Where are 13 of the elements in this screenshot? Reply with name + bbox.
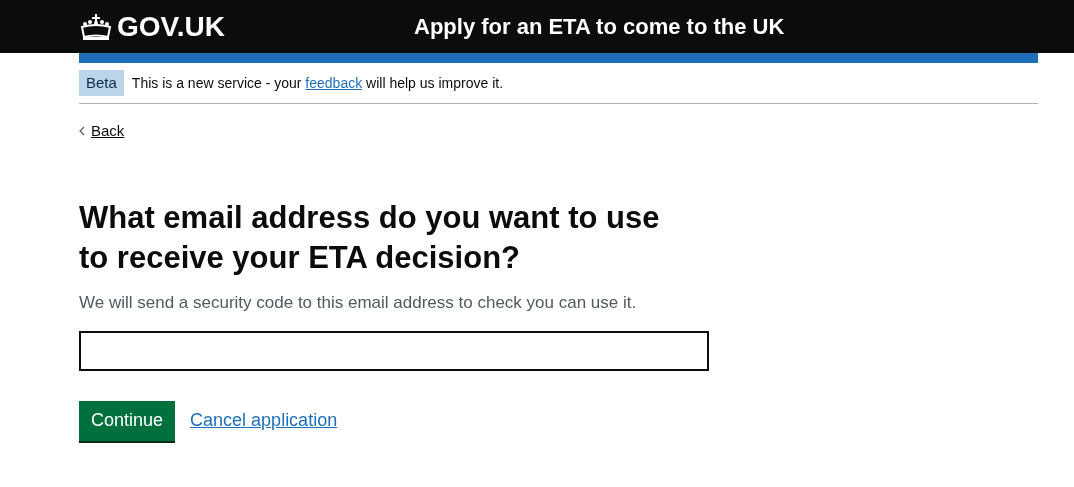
question-heading: What email address do you want to use to receive your ETA decision? xyxy=(79,199,661,278)
back-link[interactable]: Back xyxy=(79,120,125,143)
crown-icon xyxy=(79,12,113,41)
govuk-logo-link[interactable]: GOV.UK xyxy=(79,5,225,48)
cancel-application-link[interactable]: Cancel application xyxy=(190,407,338,435)
feedback-link[interactable]: feedback xyxy=(305,74,363,91)
service-name[interactable]: Apply for an ETA to come to the UK xyxy=(414,10,785,43)
hint-text: We will send a security code to this email address to check you can use it. xyxy=(79,292,638,315)
chevron-left-icon xyxy=(79,126,85,137)
beta-tag: Beta xyxy=(79,69,124,97)
email-input-field[interactable] xyxy=(79,330,709,371)
beta-message: This is a new service - your feedback will help us improve it. xyxy=(131,73,503,93)
continue-button[interactable]: Continue xyxy=(79,400,176,441)
